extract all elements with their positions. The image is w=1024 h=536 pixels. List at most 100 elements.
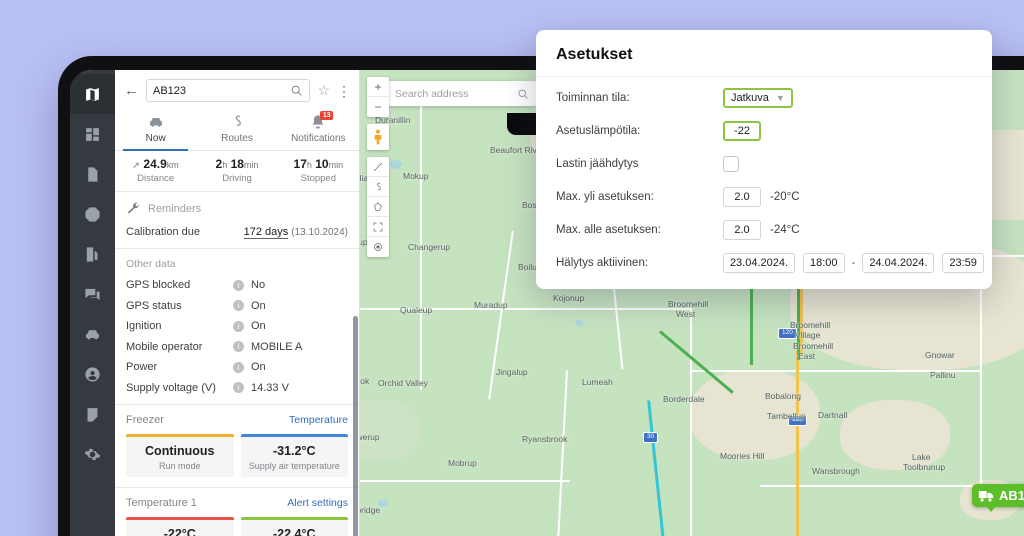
panel-tabs: Now Routes 13 Notifications bbox=[115, 109, 359, 151]
zoom-in-button[interactable]: + bbox=[367, 77, 389, 97]
field-label: Max. alle asetuksen: bbox=[556, 224, 723, 236]
polygon-icon bbox=[372, 201, 384, 213]
sidebar-item-alerts[interactable] bbox=[70, 194, 115, 234]
pegman-street-view-button[interactable] bbox=[367, 124, 389, 150]
street-view-control bbox=[367, 124, 389, 150]
info-icon[interactable]: i bbox=[233, 280, 244, 291]
alert-end-time-input[interactable]: 23:59 bbox=[942, 253, 984, 273]
set-temperature-input[interactable]: -22 bbox=[723, 121, 761, 141]
card-label: Run mode bbox=[130, 461, 230, 471]
map-place-label: East bbox=[798, 351, 815, 361]
sidebar-item-messages[interactable] bbox=[70, 274, 115, 314]
map-search-input[interactable]: Search address bbox=[395, 88, 517, 100]
info-icon[interactable]: i bbox=[233, 300, 244, 311]
tab-routes[interactable]: Routes bbox=[196, 109, 277, 150]
locate-button[interactable] bbox=[367, 237, 389, 257]
info-icon[interactable]: i bbox=[233, 362, 244, 373]
card-return-air-temperature: -22.4°C Return air temperature bbox=[241, 517, 349, 536]
search-icon[interactable] bbox=[517, 88, 529, 100]
stat-distance: ➚ 24.9km Distance bbox=[115, 157, 196, 184]
map-place-label: Mobrup bbox=[448, 458, 477, 468]
sidebar-item-dashboard[interactable] bbox=[70, 114, 115, 154]
vehicle-marker-ab123[interactable]: AB123 bbox=[972, 484, 1024, 507]
map-place-label: Lumeah bbox=[582, 377, 613, 387]
row-key: GPS status bbox=[126, 300, 233, 312]
data-row-ignition: Ignition i On bbox=[126, 320, 348, 332]
favorite-star-icon[interactable]: ☆ bbox=[317, 82, 330, 99]
map-place-label: Village bbox=[795, 330, 820, 340]
row-key: Supply voltage (V) bbox=[126, 382, 233, 394]
ruler-icon bbox=[372, 161, 384, 173]
search-icon[interactable] bbox=[290, 84, 303, 97]
sidebar-item-settings[interactable] bbox=[70, 434, 115, 474]
panel-scrollbar[interactable] bbox=[353, 316, 358, 536]
vehicle-search-box[interactable]: AB123 bbox=[146, 79, 310, 102]
data-row-gps-status: GPS status i On bbox=[126, 300, 348, 312]
route-tool-button[interactable] bbox=[367, 177, 389, 197]
map-place-label: Broomehill bbox=[793, 341, 833, 351]
row-key: Ignition bbox=[126, 320, 233, 332]
polygon-tool-button[interactable] bbox=[367, 197, 389, 217]
info-icon[interactable]: i bbox=[233, 341, 244, 352]
map-place-label: Brook bbox=[360, 376, 369, 386]
map-place-label: Muradup bbox=[474, 300, 508, 310]
more-options-icon[interactable]: ⋮ bbox=[337, 87, 351, 95]
sidebar-item-reports[interactable] bbox=[70, 154, 115, 194]
stat-value-2: 10 bbox=[315, 157, 328, 171]
sidebar-item-drivers[interactable] bbox=[70, 354, 115, 394]
map-place-label: Orchid Valley bbox=[378, 378, 428, 388]
other-data-section: Other data GPS blocked i No GPS status i… bbox=[115, 249, 359, 405]
sidebar-item-tasks[interactable] bbox=[70, 394, 115, 434]
map-place-label: Lake bbox=[912, 452, 930, 462]
info-icon[interactable]: i bbox=[233, 321, 244, 332]
map-place-label: Pallinu bbox=[930, 370, 956, 380]
map-search-box[interactable]: Search address bbox=[388, 81, 536, 106]
tab-now[interactable]: Now bbox=[115, 109, 196, 150]
trip-stats-row: ➚ 24.9km Distance 2h 18min Driving 17h 1… bbox=[115, 151, 359, 192]
reminder-date: (13.10.2024) bbox=[291, 227, 348, 238]
reminder-days: 172 days bbox=[244, 226, 289, 239]
map-place-label: Jingalup bbox=[496, 367, 528, 377]
row-key: GPS blocked bbox=[126, 279, 233, 291]
locate-icon bbox=[372, 241, 384, 253]
sidebar-item-map[interactable] bbox=[70, 74, 115, 114]
card-value: -31.2°C bbox=[245, 444, 345, 458]
card-value: -22°C bbox=[130, 527, 230, 536]
alert-settings-link[interactable]: Alert settings bbox=[287, 497, 348, 509]
max-above-setpoint-input[interactable]: 2.0 bbox=[723, 187, 761, 207]
operation-mode-select[interactable]: Jatkuva ▼ bbox=[723, 88, 793, 108]
alert-start-time-input[interactable]: 18:00 bbox=[803, 253, 845, 273]
map-place-label: Broomehill bbox=[790, 320, 830, 330]
cargo-cooling-checkbox[interactable] bbox=[723, 156, 739, 172]
alert-start-date-input[interactable]: 23.04.2024. bbox=[723, 253, 795, 273]
card-value: Continuous bbox=[130, 444, 230, 458]
vehicle-search-input[interactable]: AB123 bbox=[153, 85, 290, 97]
stat-unit-2: min bbox=[329, 160, 344, 170]
zoom-out-button[interactable]: − bbox=[367, 97, 389, 117]
card-value: -22.4°C bbox=[245, 527, 345, 536]
map-place-label: Borderdale bbox=[663, 394, 705, 404]
field-label: Hälytys aktiivinen: bbox=[556, 257, 723, 269]
input-value: -22 bbox=[734, 125, 750, 137]
sidebar-item-fuel[interactable] bbox=[70, 234, 115, 274]
stat-label: Distance bbox=[115, 173, 196, 184]
row-value: On bbox=[251, 320, 266, 332]
reminder-item-calibration: Calibration due 172 days(13.10.2024) bbox=[126, 226, 348, 238]
chevron-down-icon: ▼ bbox=[776, 93, 785, 103]
stat-stopped: 17h 10min Stopped bbox=[278, 157, 359, 184]
tab-notifications[interactable]: 13 Notifications bbox=[278, 109, 359, 150]
clipboard-edit-icon bbox=[84, 406, 101, 423]
reminder-label: Calibration due bbox=[126, 226, 200, 238]
row-value: 14.33 V bbox=[251, 382, 289, 394]
sidebar-item-vehicles[interactable] bbox=[70, 314, 115, 354]
info-icon[interactable]: i bbox=[233, 382, 244, 393]
fullscreen-button[interactable] bbox=[367, 217, 389, 237]
ruler-measure-button[interactable] bbox=[367, 157, 389, 177]
alert-end-date-input[interactable]: 24.04.2024. bbox=[862, 253, 934, 273]
max-below-setpoint-input[interactable]: 2.0 bbox=[723, 220, 761, 240]
freezer-temperature-link[interactable]: Temperature bbox=[289, 414, 348, 426]
back-button[interactable]: ← bbox=[124, 83, 139, 98]
temperature1-section: Temperature 1 Alert settings -22°C Set t… bbox=[115, 488, 359, 536]
field-max-alle-asetuksen: Max. alle asetuksen: 2.0 -24°C bbox=[536, 218, 992, 242]
route-icon bbox=[196, 114, 277, 131]
